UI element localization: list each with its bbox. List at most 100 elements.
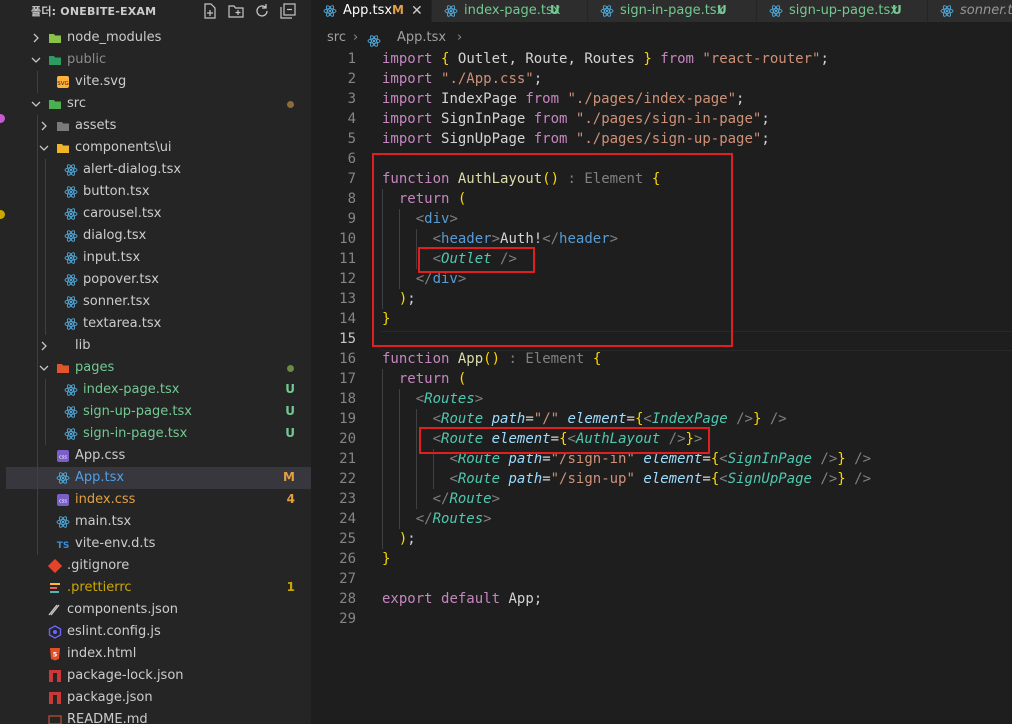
code-line[interactable]: 17 return (: [311, 369, 1012, 389]
line-number: 1: [347, 51, 356, 67]
close-icon[interactable]: ✕: [411, 3, 423, 19]
file-item[interactable]: TS vite-env.d.ts: [0, 533, 311, 555]
react-icon: [367, 34, 381, 48]
folder-item[interactable]: lib: [0, 335, 311, 357]
chevron-down-icon[interactable]: [30, 54, 42, 66]
file-item[interactable]: index-page.tsx U: [0, 379, 311, 401]
file-item[interactable]: css App.css: [0, 445, 311, 467]
code-line[interactable]: 18 <Routes>: [311, 389, 1012, 409]
file-item[interactable]: .gitignore: [0, 555, 311, 577]
file-item[interactable]: carousel.tsx: [0, 203, 311, 225]
file-tree: node_modules public SVG vite.svg src assets co…: [0, 27, 311, 724]
file-item[interactable]: main.tsx: [0, 511, 311, 533]
code-line[interactable]: 25 );: [311, 529, 1012, 549]
editor-tab[interactable]: sign-in-page.tsx U: [588, 0, 757, 22]
editor-tab[interactable]: sign-up-page.tsx U: [757, 0, 928, 22]
code-line[interactable]: 3 import IndexPage from "./pages/index-pa…: [311, 89, 1012, 109]
folder-item[interactable]: components\ui: [0, 137, 311, 159]
git-status-badge: U: [285, 382, 295, 396]
folder-change-dot: [287, 365, 294, 372]
file-item[interactable]: eslint.config.js: [0, 621, 311, 643]
folder-item[interactable]: pages: [0, 357, 311, 379]
file-item[interactable]: dialog.tsx: [0, 225, 311, 247]
folder-item[interactable]: node_modules: [0, 27, 311, 49]
code-line[interactable]: 22 <Route path="/sign-up" element={<Sign…: [311, 469, 1012, 489]
code-line[interactable]: 28 export default App;: [311, 589, 1012, 609]
file-item[interactable]: alert-dialog.tsx: [0, 159, 311, 181]
file-item[interactable]: button.tsx: [0, 181, 311, 203]
components-folder-icon: [56, 141, 70, 155]
editor-tab[interactable]: App.tsx M ✕: [311, 0, 432, 22]
breadcrumb-file[interactable]: App.tsx: [397, 30, 446, 45]
editor-area: App.tsx M ✕ index-page.tsx Usign-in-page.tsx…: [311, 0, 1012, 724]
collapse-icon[interactable]: [279, 2, 297, 20]
chevron-right-icon[interactable]: [30, 32, 42, 44]
tree-item-label: App.css: [75, 448, 126, 463]
chevron-right-icon[interactable]: [38, 120, 50, 132]
breadcrumb-folder[interactable]: src: [327, 30, 346, 45]
chevron-down-icon[interactable]: [30, 98, 42, 110]
refresh-icon[interactable]: [253, 2, 271, 20]
folder-item[interactable]: assets: [0, 115, 311, 137]
code-line[interactable]: 27: [311, 569, 1012, 589]
line-number: 17: [339, 371, 356, 387]
tree-item-label: src: [67, 96, 86, 111]
tree-item-label: sign-up-page.tsx: [83, 404, 192, 419]
react-icon: [940, 4, 954, 18]
file-item[interactable]: README.md: [0, 709, 311, 724]
code-line[interactable]: 2 import "./App.css";: [311, 69, 1012, 89]
folder-item[interactable]: src: [0, 93, 311, 115]
code-line[interactable]: 26}: [311, 549, 1012, 569]
code-line[interactable]: 19 <Route path="/" element={<IndexPage /…: [311, 409, 1012, 429]
tab-label: sonner.tsx: [960, 3, 1012, 18]
file-item[interactable]: components.json: [0, 599, 311, 621]
code-line[interactable]: 1 import { Outlet, Route, Routes } from "…: [311, 49, 1012, 69]
indent-guide: [45, 401, 46, 423]
file-item[interactable]: .prettierrc 1: [0, 577, 311, 599]
new-file-icon[interactable]: [201, 2, 219, 20]
tab-bar: App.tsx M ✕ index-page.tsx Usign-in-page.tsx…: [311, 0, 1012, 22]
new-folder-icon[interactable]: [227, 2, 245, 20]
chevron-right-icon[interactable]: [38, 340, 50, 352]
file-item[interactable]: popover.tsx: [0, 269, 311, 291]
file-item[interactable]: sign-up-page.tsx U: [0, 401, 311, 423]
file-item[interactable]: 5 index.html: [0, 643, 311, 665]
tree-item-label: lib: [75, 338, 91, 353]
code-line[interactable]: 23 </Route>: [311, 489, 1012, 509]
code-text: <Routes>: [415, 391, 484, 407]
code-line[interactable]: 4 import SignInPage from "./pages/sign-in…: [311, 109, 1012, 129]
folder-change-dot: [287, 101, 294, 108]
code-line[interactable]: 24 </Routes>: [311, 509, 1012, 529]
file-item[interactable]: sonner.tsx: [0, 291, 311, 313]
file-item[interactable]: textarea.tsx: [0, 313, 311, 335]
line-number: 25: [339, 531, 356, 547]
file-item[interactable]: package-lock.json: [0, 665, 311, 687]
code-text: return (: [398, 371, 467, 387]
code-line[interactable]: 16 function App() : Element {: [311, 349, 1012, 369]
line-number: 4: [347, 111, 356, 127]
line-number: 26: [339, 551, 356, 567]
file-item[interactable]: css index.css 4: [0, 489, 311, 511]
git-status-badge: M: [283, 470, 295, 484]
activity-strip: [0, 0, 6, 724]
explorer-title: 폴더: ONEBITE-EXAM: [31, 5, 157, 18]
file-item[interactable]: App.tsx M: [0, 467, 311, 489]
code-line[interactable]: 5 import SignUpPage from "./pages/sign-up…: [311, 129, 1012, 149]
code-line[interactable]: 29: [311, 609, 1012, 629]
file-item[interactable]: input.tsx: [0, 247, 311, 269]
code-text: export default App;: [382, 591, 543, 607]
tree-item-label: index-page.tsx: [83, 382, 180, 397]
file-item[interactable]: package.json: [0, 687, 311, 709]
editor-tab[interactable]: index-page.tsx U: [432, 0, 588, 22]
code-text: <Route path="/sign-up" element={<SignUpP…: [449, 471, 872, 487]
chevron-down-icon[interactable]: [38, 142, 50, 154]
folder-item[interactable]: public: [0, 49, 311, 71]
markdown-icon: [48, 713, 62, 724]
editor-tab[interactable]: sonner.tsx: [928, 0, 1012, 22]
indent-guide: [37, 313, 38, 335]
file-item[interactable]: sign-in-page.tsx U: [0, 423, 311, 445]
react-icon: [444, 4, 458, 18]
file-item[interactable]: SVG vite.svg: [0, 71, 311, 93]
chevron-down-icon[interactable]: [38, 362, 50, 374]
line-number: 7: [347, 171, 356, 187]
